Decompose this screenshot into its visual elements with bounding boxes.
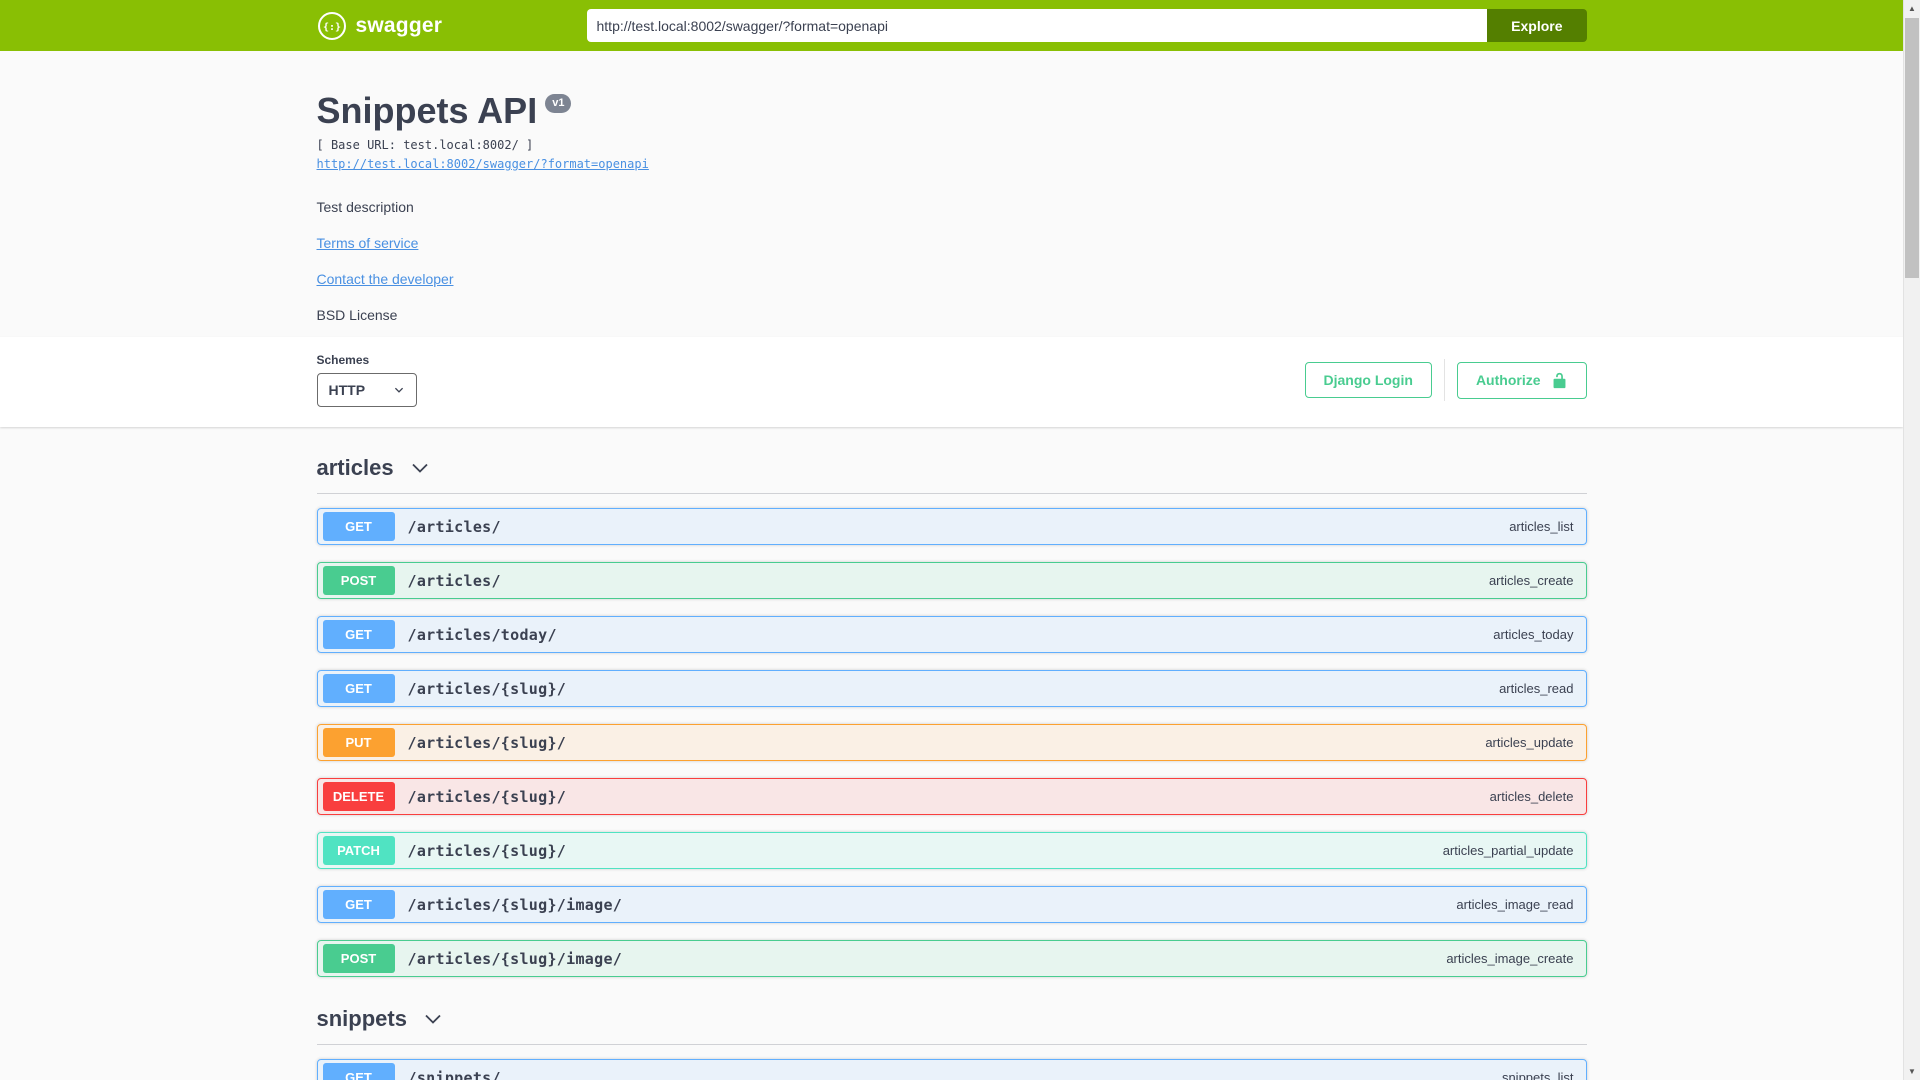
api-title-text: Snippets API	[316, 90, 538, 131]
swagger-wordmark: swagger	[355, 13, 443, 37]
svg-text:{:}: {:}	[322, 22, 340, 33]
scrollbar-up-button[interactable]: ▲	[1904, 0, 1920, 17]
operation-path: /snippets/	[407, 1068, 501, 1080]
scheme-select[interactable]: HTTP	[316, 373, 417, 408]
operation-row[interactable]: PUT /articles/{slug}/ articles_update	[316, 724, 1587, 762]
section-header[interactable]: snippets	[316, 994, 1587, 1046]
schemes-label: Schemes	[316, 353, 370, 368]
operation-row[interactable]: GET /articles/{slug}/ articles_read	[316, 670, 1587, 708]
operation-id: articles_read	[1499, 681, 1574, 697]
explore-button[interactable]: Explore	[1487, 9, 1587, 42]
operation-id: articles_image_create	[1446, 951, 1574, 967]
chevron-down-icon	[394, 387, 403, 393]
method-badge: POST	[322, 944, 395, 974]
operation-id: articles_image_read	[1456, 897, 1574, 913]
api-section: snippets GET /snippets/ snippets_list	[316, 994, 1587, 1080]
auth-wrapper: Django Login Authorize	[1304, 359, 1587, 402]
operation-id: snippets_list	[1501, 1070, 1574, 1080]
unlocked-padlock-icon	[1553, 372, 1565, 388]
operation-row[interactable]: PATCH /articles/{slug}/ articles_partial…	[316, 832, 1587, 870]
method-badge: GET	[322, 512, 395, 542]
operations-container: articles GET /articles/ articles_list PO…	[316, 443, 1587, 1080]
license-text: BSD License	[316, 307, 398, 324]
section-operations: GET /articles/ articles_list POST /artic…	[316, 508, 1587, 978]
scheme-selected-value: HTTP	[328, 382, 366, 399]
base-url: [ Base URL: test.local:8002/ ]	[316, 138, 534, 153]
operation-row[interactable]: DELETE /articles/{slug}/ articles_delete	[316, 778, 1587, 816]
scrollbar-thumb[interactable]	[1905, 18, 1919, 278]
info-section: Snippets API v1 [ Base URL: test.local:80…	[0, 51, 1903, 337]
django-login-button[interactable]: Django Login	[1304, 362, 1432, 399]
spec-link[interactable]: http://test.local:8002/swagger/?format=o…	[317, 157, 649, 171]
method-badge: DELETE	[322, 782, 395, 812]
contact-developer-link[interactable]: Contact the developer	[317, 271, 454, 287]
section-operations: GET /snippets/ snippets_list	[316, 1059, 1587, 1080]
spec-url-input[interactable]	[586, 9, 1488, 42]
operation-path: /articles/{slug}/	[407, 679, 567, 698]
operation-row[interactable]: POST /articles/{slug}/image/ articles_im…	[316, 940, 1587, 978]
operation-row[interactable]: GET /articles/{slug}/image/ articles_ima…	[316, 886, 1587, 924]
scheme-container: Schemes HTTP Django Login Authorize	[0, 337, 1903, 428]
authorize-button[interactable]: Authorize	[1456, 361, 1587, 399]
section-title: snippets	[316, 1006, 407, 1032]
operation-path: /articles/{slug}/image/	[407, 949, 623, 968]
authorize-label: Authorize	[1475, 372, 1541, 389]
method-badge: GET	[322, 1063, 395, 1080]
version-badge: v1	[545, 94, 572, 114]
operation-path: /articles/today/	[407, 625, 557, 644]
scrollbar-down-button[interactable]: ▼	[1904, 1063, 1920, 1080]
method-badge: GET	[322, 674, 395, 704]
page-title: Snippets API v1	[317, 89, 1587, 132]
spec-url-form: Explore	[586, 9, 1587, 42]
swagger-ui-page: {:} swagger Explore Snippets API v1 [ Bas…	[0, 0, 1903, 1080]
auth-divider	[1443, 359, 1445, 402]
operation-path: /articles/{slug}/image/	[407, 895, 623, 914]
operation-row[interactable]: GET /articles/today/ articles_today	[316, 616, 1587, 654]
operation-id: articles_update	[1485, 735, 1574, 751]
swagger-logo[interactable]: {:} swagger	[317, 11, 443, 41]
method-badge: PATCH	[322, 836, 395, 866]
operation-id: articles_list	[1509, 519, 1574, 535]
operation-row[interactable]: POST /articles/ articles_create	[316, 562, 1587, 600]
operation-row[interactable]: GET /articles/ articles_list	[316, 508, 1587, 546]
operation-path: /articles/{slug}/	[407, 733, 567, 752]
section-title: articles	[316, 455, 394, 481]
api-description: Test description	[316, 199, 414, 216]
operation-id: articles_partial_update	[1442, 843, 1574, 859]
operation-row[interactable]: GET /snippets/ snippets_list	[316, 1059, 1587, 1080]
api-section: articles GET /articles/ articles_list PO…	[316, 443, 1587, 978]
swagger-logo-icon: {:}	[317, 11, 346, 40]
method-badge: GET	[322, 620, 395, 650]
chevron-down-icon	[411, 464, 428, 473]
operation-id: articles_create	[1488, 573, 1574, 589]
terms-of-service-link[interactable]: Terms of service	[317, 235, 419, 251]
method-badge: POST	[322, 566, 395, 596]
scrollbar[interactable]: ▲ ▼	[1903, 0, 1920, 1080]
operation-path: /articles/{slug}/	[407, 787, 567, 806]
chevron-down-icon	[425, 1015, 441, 1024]
operation-path: /articles/	[407, 571, 501, 590]
operation-path: /articles/{slug}/	[407, 841, 567, 860]
schemes-block: Schemes HTTP	[316, 353, 417, 408]
section-header[interactable]: articles	[316, 443, 1587, 495]
operation-path: /articles/	[407, 517, 501, 536]
operation-id: articles_delete	[1489, 789, 1574, 805]
method-badge: GET	[322, 890, 395, 920]
operation-id: articles_today	[1493, 627, 1574, 643]
topbar: {:} swagger Explore	[0, 0, 1903, 51]
method-badge: PUT	[322, 728, 395, 758]
